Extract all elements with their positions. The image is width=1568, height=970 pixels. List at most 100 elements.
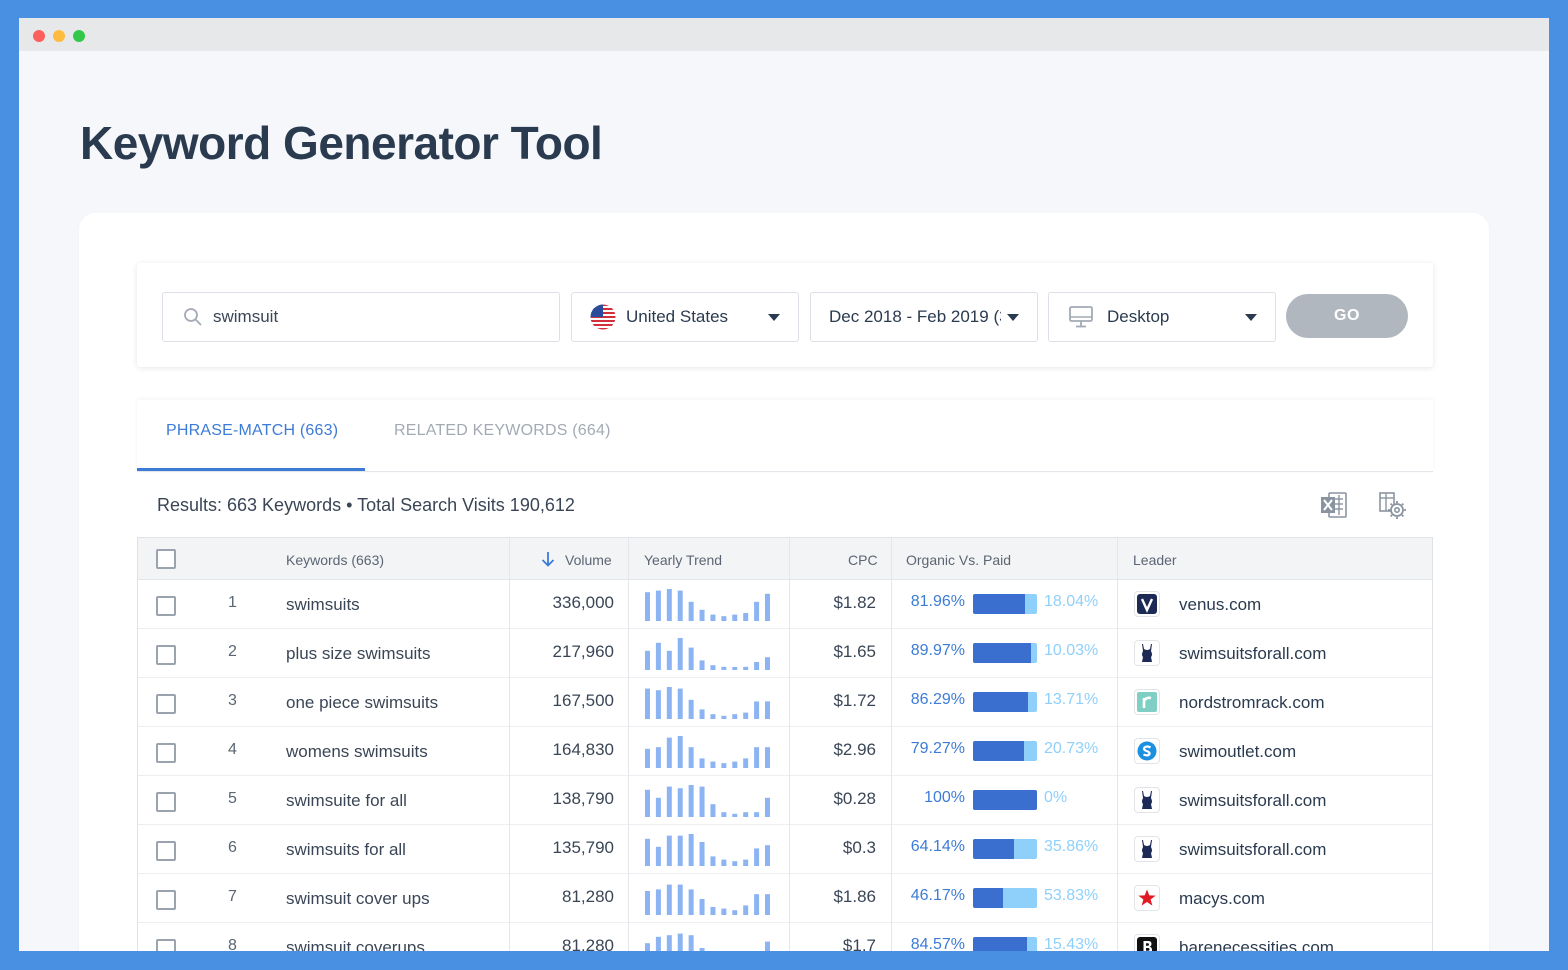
organic-vs-paid-bar bbox=[973, 692, 1037, 712]
leader-domain[interactable]: nordstromrack.com bbox=[1179, 693, 1324, 713]
column-header-volume[interactable]: Volume bbox=[565, 552, 612, 568]
row-checkbox[interactable] bbox=[156, 792, 176, 812]
trend-bar bbox=[765, 894, 770, 915]
organic-bar-fill bbox=[973, 937, 1028, 951]
trend-bar bbox=[677, 688, 683, 719]
main-card: swimsuit United States Dec 2018 - Feb 20… bbox=[79, 213, 1489, 951]
keyword-text[interactable]: one piece swimsuits bbox=[286, 693, 438, 713]
row-checkbox[interactable] bbox=[156, 890, 176, 910]
close-window-button[interactable] bbox=[33, 30, 45, 42]
organic-bar-fill bbox=[973, 790, 1037, 810]
tab-related-keywords[interactable]: RELATED KEYWORDS (664) bbox=[394, 422, 611, 440]
trend-bar bbox=[666, 835, 672, 866]
cpc-value: $1.86 bbox=[833, 887, 876, 906]
trend-bar bbox=[721, 908, 727, 915]
row-checkbox[interactable] bbox=[156, 694, 176, 714]
keyword-text[interactable]: womens swimsuits bbox=[286, 742, 428, 762]
keyword-text[interactable]: plus size swimsuits bbox=[286, 644, 431, 664]
search-input[interactable]: swimsuit bbox=[162, 292, 560, 342]
chevron-down-icon bbox=[768, 314, 780, 321]
trend-bar bbox=[710, 614, 716, 621]
yearly-trend-sparkline bbox=[645, 687, 770, 719]
trend-bar bbox=[655, 889, 661, 915]
organic-percent: 86.29% bbox=[910, 691, 965, 708]
table-row[interactable]: 4 womens swimsuits 164,830 $2.96 79.27% 20.73… bbox=[138, 727, 1432, 776]
volume-value: 217,960 bbox=[552, 642, 614, 661]
keyword-text[interactable]: swimsuit coverups bbox=[286, 938, 425, 951]
trend-bar bbox=[688, 935, 694, 951]
organic-vs-paid-bar bbox=[973, 643, 1037, 663]
table-row[interactable]: 2 plus size swimsuits 217,960 $1.65 89.97% 10… bbox=[138, 629, 1432, 678]
leader-domain[interactable]: venus.com bbox=[1179, 595, 1261, 615]
trend-bar bbox=[732, 714, 738, 719]
keyword-text[interactable]: swimsuits bbox=[286, 595, 360, 615]
table-row[interactable]: 7 swimsuit cover ups 81,280 $1.86 46.17% 53.8… bbox=[138, 874, 1432, 923]
trend-bar bbox=[721, 812, 727, 817]
keyword-text[interactable]: swimsuit cover ups bbox=[286, 889, 430, 909]
trend-bar bbox=[754, 662, 760, 670]
trend-bar bbox=[699, 842, 705, 866]
table-row[interactable]: 5 swimsuite for all 138,790 $0.28 100% 0% swim… bbox=[138, 776, 1432, 825]
select-all-checkbox[interactable] bbox=[156, 549, 176, 569]
trend-bar bbox=[732, 614, 738, 621]
column-header-keywords[interactable]: Keywords (663) bbox=[286, 552, 384, 568]
trend-bar bbox=[721, 763, 727, 768]
date-range-select[interactable]: Dec 2018 - Feb 2019 (3 bbox=[810, 292, 1038, 342]
trend-bar bbox=[765, 593, 770, 621]
column-header-cpc[interactable]: CPC bbox=[848, 552, 878, 568]
trend-bar bbox=[688, 785, 694, 817]
table-row[interactable]: 8 swimsuit coverups 81,280 $1.7 84.57% 15.43%… bbox=[138, 923, 1432, 951]
organic-bar-fill bbox=[973, 888, 1003, 908]
excel-export-icon[interactable] bbox=[1319, 490, 1349, 520]
leader-domain[interactable]: swimoutlet.com bbox=[1179, 742, 1296, 762]
row-checkbox[interactable] bbox=[156, 841, 176, 861]
paid-percent: 15.43% bbox=[1044, 936, 1099, 951]
trend-bar bbox=[666, 786, 672, 817]
trend-bar bbox=[688, 747, 694, 768]
column-header-yearly-trend: Yearly Trend bbox=[644, 552, 723, 568]
trend-bar bbox=[732, 761, 738, 768]
country-select[interactable]: United States bbox=[571, 292, 799, 342]
barenecessities-logo-icon bbox=[1134, 934, 1160, 951]
leader-domain[interactable]: barenecessities.com bbox=[1179, 938, 1334, 951]
table-row[interactable]: 3 one piece swimsuits 167,500 $1.72 86.29% 13… bbox=[138, 678, 1432, 727]
column-settings-icon[interactable] bbox=[1377, 490, 1407, 520]
table-row[interactable]: 6 swimsuits for all 135,790 $0.3 64.14% 35.86… bbox=[138, 825, 1432, 874]
trend-bar bbox=[677, 736, 683, 768]
maximize-window-button[interactable] bbox=[73, 30, 85, 42]
minimize-window-button[interactable] bbox=[53, 30, 65, 42]
trend-bar bbox=[688, 889, 694, 915]
trend-bar bbox=[655, 590, 661, 621]
tab-phrase-match[interactable]: PHRASE-MATCH (663) bbox=[166, 422, 338, 440]
leader-domain[interactable]: swimsuitsforall.com bbox=[1179, 644, 1326, 664]
organic-vs-paid-bar bbox=[973, 790, 1037, 810]
sort-down-arrow-icon[interactable] bbox=[541, 551, 555, 567]
row-checkbox[interactable] bbox=[156, 645, 176, 665]
volume-value: 164,830 bbox=[552, 740, 614, 759]
row-checkbox[interactable] bbox=[156, 939, 176, 951]
leader-domain[interactable]: macys.com bbox=[1179, 889, 1265, 909]
trend-bar bbox=[666, 650, 672, 670]
trend-bar bbox=[710, 761, 716, 768]
desktop-monitor-icon bbox=[1069, 306, 1093, 328]
row-number: 4 bbox=[228, 741, 237, 758]
trend-bar bbox=[765, 657, 770, 670]
trend-bar bbox=[743, 712, 749, 719]
row-checkbox[interactable] bbox=[156, 596, 176, 616]
table-row[interactable]: 1 swimsuits 336,000 $1.82 81.96% 18.04% venus.… bbox=[138, 580, 1432, 629]
row-checkbox[interactable] bbox=[156, 743, 176, 763]
search-icon bbox=[184, 308, 202, 326]
trend-bar bbox=[754, 701, 760, 719]
trend-bar bbox=[721, 859, 727, 866]
organic-vs-paid-bar bbox=[973, 839, 1037, 859]
keyword-text[interactable]: swimsuite for all bbox=[286, 791, 407, 811]
macys-star-icon bbox=[1134, 885, 1160, 911]
trend-bar bbox=[677, 638, 683, 670]
keyword-text[interactable]: swimsuits for all bbox=[286, 840, 406, 860]
device-select[interactable]: Desktop bbox=[1048, 292, 1276, 342]
leader-domain[interactable]: swimsuitsforall.com bbox=[1179, 840, 1326, 860]
swimoutlet-logo-icon bbox=[1134, 738, 1160, 764]
go-button[interactable]: GO bbox=[1286, 294, 1408, 338]
leader-domain[interactable]: swimsuitsforall.com bbox=[1179, 791, 1326, 811]
column-header-organic-vs-paid[interactable]: Organic Vs. Paid bbox=[906, 552, 1011, 568]
